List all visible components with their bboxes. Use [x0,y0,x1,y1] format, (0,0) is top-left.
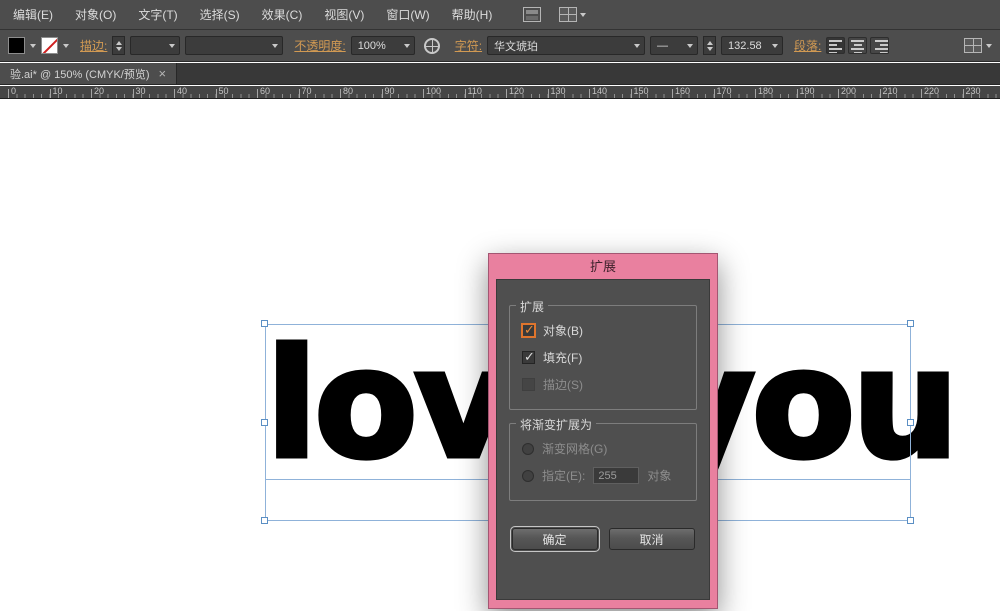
checkbox-row-object[interactable]: 对象(B) [522,322,688,339]
chevron-down-icon [772,44,778,48]
chevron-down-icon [986,44,992,48]
opacity-value: 100% [358,40,399,52]
chevron-down-icon [169,44,175,48]
specify-objects-input[interactable] [593,467,639,484]
specify-radio-label: 指定(E): [542,467,585,484]
chevron-down-icon [404,44,410,48]
character-panel-link[interactable]: 字符: [455,37,482,54]
opacity-panel-link[interactable]: 不透明度: [294,37,345,54]
workspace-switcher[interactable] [559,7,586,22]
dialog-title-bar[interactable]: 扩展 [489,254,717,279]
stroke-checkbox-icon [522,378,535,391]
dialog-button-row: 确定 取消 [509,528,697,550]
gradient-expand-group: 将渐变扩展为 渐变网格(G) 指定(E): 对象 [509,423,697,501]
font-size-stepper[interactable] [703,36,716,55]
stroke-weight-combo[interactable] [130,36,180,55]
expand-dialog: 扩展 扩展 对象(B) 填充(F) 描边(S) [488,253,718,609]
ok-button[interactable]: 确定 [512,528,598,550]
gradient-mesh-radio-icon [522,443,534,455]
selection-handle-top-right[interactable] [907,320,914,327]
document-tab-bar: 验.ai* @ 150% (CMYK/预览) × [0,63,1000,85]
fill-dropdown-icon[interactable] [30,44,36,48]
radio-row-specify: 指定(E): 对象 [522,467,688,484]
menu-item-edit[interactable]: 编辑(E) [2,0,64,30]
font-size-combo[interactable]: 132.58 [721,36,783,55]
align-left-button[interactable] [826,37,845,54]
stroke-panel-link[interactable]: 描边: [80,37,107,54]
control-panel-menu[interactable] [964,38,992,53]
expand-options-group: 扩展 对象(B) 填充(F) 描边(S) [509,305,697,410]
fill-color-swatch[interactable] [8,37,25,54]
recolor-artwork-icon[interactable] [424,38,440,54]
illustrator-window: 编辑(E) 对象(O) 文字(T) 选择(S) 效果(C) 视图(V) 窗口(W… [0,0,1000,611]
cancel-button[interactable]: 取消 [609,528,695,550]
panel-grid-icon [964,38,982,53]
menu-item-window[interactable]: 窗口(W) [375,0,440,30]
fill-checkbox-label: 填充(F) [543,349,582,366]
arrange-documents-icon[interactable] [523,7,541,22]
menu-bar: 编辑(E) 对象(O) 文字(T) 选择(S) 效果(C) 视图(V) 窗口(W… [0,0,1000,30]
align-right-button[interactable] [870,37,889,54]
specify-objects-suffix: 对象 [647,467,671,484]
dialog-body: 扩展 对象(B) 填充(F) 描边(S) 将渐变扩展为 [496,279,710,600]
expand-group-label: 扩展 [516,298,548,315]
selection-handle-mid-left[interactable] [261,419,268,426]
radio-row-gradient-mesh: 渐变网格(G) [522,440,688,457]
stroke-color-swatch[interactable] [41,37,58,54]
stroke-weight-stepper[interactable] [112,36,125,55]
font-style-combo[interactable]: — [650,36,698,55]
chevron-down-icon [634,44,640,48]
canvas[interactable]: love you 扩展 扩展 对象(B) [0,100,1000,611]
font-family-value: 华文琥珀 [494,38,629,54]
checkbox-row-fill[interactable]: 填充(F) [522,349,688,366]
chevron-down-icon [580,13,586,17]
font-size-value: 132.58 [728,40,767,52]
font-family-combo[interactable]: 华文琥珀 [487,36,645,55]
selection-handle-top-left[interactable] [261,320,268,327]
stroke-dropdown-icon[interactable] [63,44,69,48]
menu-item-type[interactable]: 文字(T) [127,0,188,30]
horizontal-ruler: 0102030405060708090100110120130140150160… [0,86,1000,99]
paragraph-align-group [826,37,889,54]
fill-checkbox-icon[interactable] [522,351,535,364]
stroke-checkbox-label: 描边(S) [543,376,583,393]
menu-item-select[interactable]: 选择(S) [189,0,251,30]
paragraph-panel-link[interactable]: 段落: [794,37,821,54]
opacity-combo[interactable]: 100% [351,36,415,55]
gradient-group-label: 将渐变扩展为 [516,416,596,433]
font-style-value: — [657,40,682,52]
selection-handle-mid-right[interactable] [907,419,914,426]
chevron-down-icon [272,44,278,48]
control-bar: 描边: 不透明度: 100% 字符: 华文琥珀 — 132.58 [0,30,1000,62]
gradient-mesh-radio-label: 渐变网格(G) [542,440,607,457]
workspace-icon [559,7,577,22]
selection-handle-bottom-left[interactable] [261,517,268,524]
specify-radio-icon [522,470,534,482]
chevron-down-icon [687,44,693,48]
menu-item-view[interactable]: 视图(V) [313,0,375,30]
checkbox-row-stroke: 描边(S) [522,376,688,393]
document-tab[interactable]: 验.ai* @ 150% (CMYK/预览) × [0,63,177,84]
width-profile-combo[interactable] [185,36,283,55]
align-center-button[interactable] [848,37,867,54]
document-title: 验.ai* @ 150% (CMYK/预览) [10,66,150,82]
object-checkbox-label: 对象(B) [543,322,583,339]
selection-handle-bottom-right[interactable] [907,517,914,524]
close-tab-icon[interactable]: × [159,67,167,80]
menu-item-effect[interactable]: 效果(C) [251,0,314,30]
object-checkbox-icon[interactable] [522,324,535,337]
menu-item-help[interactable]: 帮助(H) [441,0,504,30]
menu-item-object[interactable]: 对象(O) [64,0,127,30]
